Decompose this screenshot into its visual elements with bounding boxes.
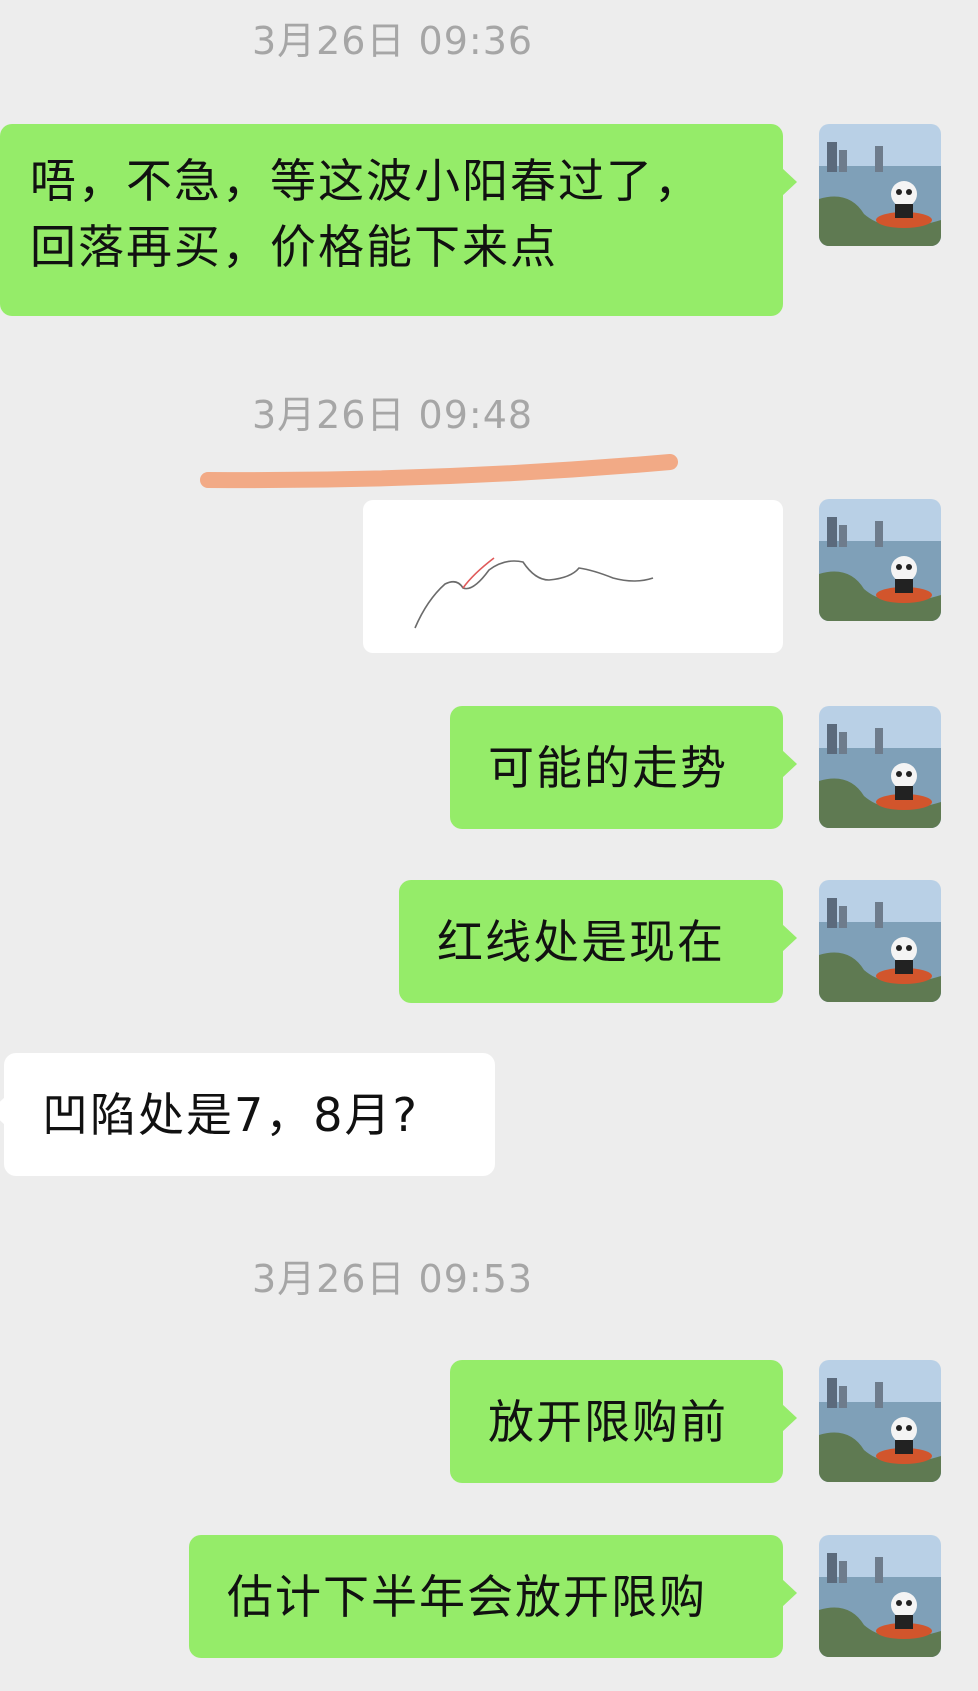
- message-bubble[interactable]: 估计下半年会放开限购: [189, 1535, 797, 1658]
- message-bubble[interactable]: 红线处是现在: [399, 880, 797, 1003]
- message-line: 唔，不急，等这波小阳春过了，: [30, 154, 702, 208]
- message-bubble[interactable]: 放开限购前: [450, 1360, 797, 1483]
- timestamp: 3月26日 09:36: [251, 19, 534, 63]
- message-text: 可能的走势: [488, 740, 728, 795]
- message-text: 凹陷处是7，8月?: [42, 1087, 419, 1142]
- avatar-landscape-panda-icon[interactable]: [819, 1360, 941, 1482]
- message-text: 红线处是现在: [437, 914, 725, 969]
- message-text: 放开限购前: [488, 1394, 728, 1449]
- highlight-mark: [200, 454, 678, 489]
- avatar-landscape-panda-icon[interactable]: [819, 1535, 941, 1657]
- timestamp: 3月26日 09:53: [251, 1257, 534, 1301]
- message-line: 回落再买，价格能下来点: [30, 220, 558, 274]
- avatar-landscape-panda-icon[interactable]: [819, 124, 941, 246]
- avatar-landscape-panda-icon[interactable]: [819, 706, 941, 828]
- avatar-landscape-panda-icon[interactable]: [819, 880, 941, 1002]
- message-text: 估计下半年会放开限购: [227, 1569, 707, 1624]
- timestamp: 3月26日 09:48: [251, 393, 534, 437]
- trend-sketch-image[interactable]: [363, 500, 783, 653]
- avatar-landscape-panda-icon[interactable]: [819, 499, 941, 621]
- message-bubble[interactable]: 凹陷处是7，8月?: [0, 1053, 495, 1176]
- message-bubble[interactable]: 可能的走势: [450, 706, 797, 829]
- message-bubble[interactable]: 唔，不急，等这波小阳春过了， 回落再买，价格能下来点: [0, 124, 797, 316]
